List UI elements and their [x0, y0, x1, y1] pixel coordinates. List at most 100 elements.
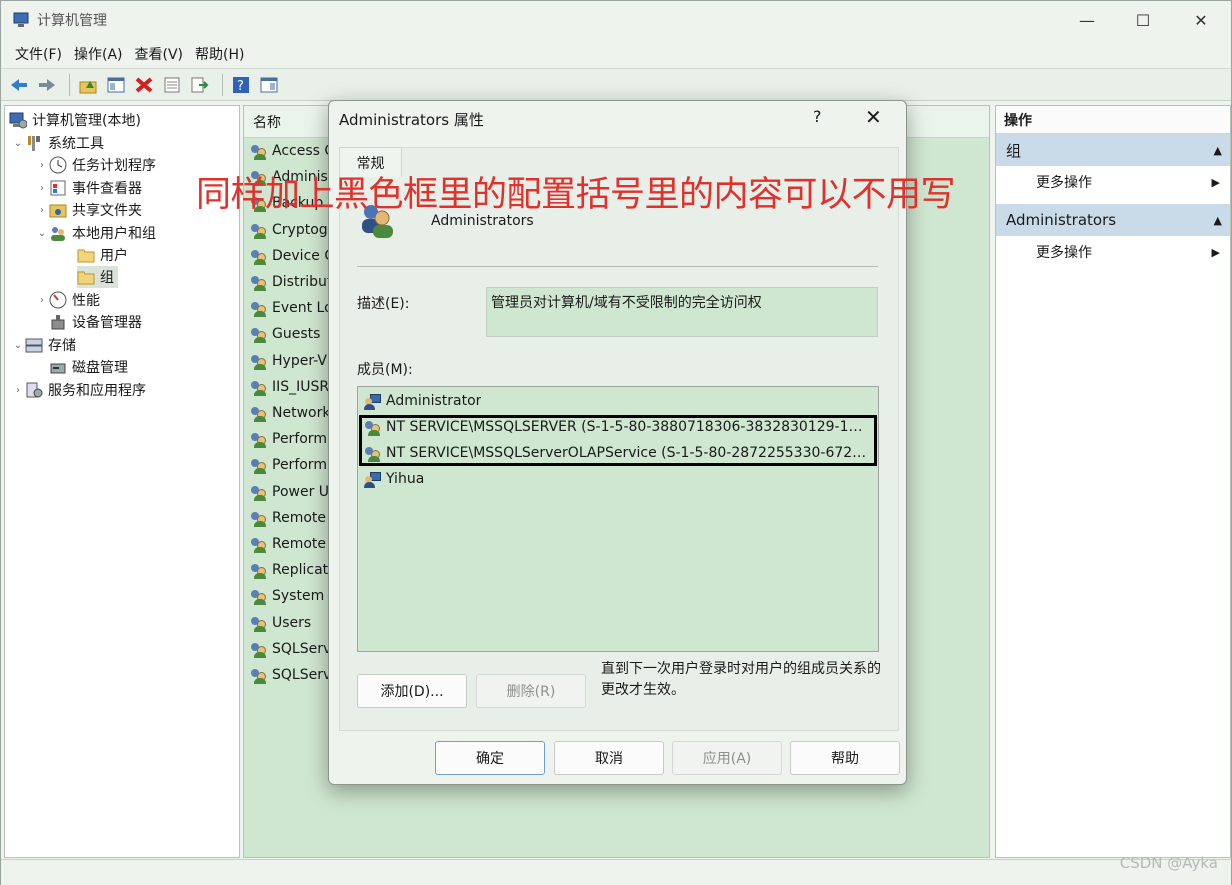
- list-item-label: Cryptogr: [272, 221, 334, 238]
- list-item-label: Network: [272, 405, 331, 421]
- list-item[interactable]: Remote: [250, 532, 326, 556]
- list-item[interactable]: Users: [250, 611, 311, 635]
- svg-text:?: ?: [237, 79, 244, 94]
- collapse-icon[interactable]: ⌄: [35, 228, 49, 239]
- list-item[interactable]: Distribut: [250, 270, 332, 294]
- list-item-label: Remote: [272, 509, 327, 526]
- tree-item-task-scheduler[interactable]: › 任务计划程序: [35, 154, 156, 176]
- ok-button[interactable]: 确定: [435, 741, 545, 775]
- description-field[interactable]: 管理员对计算机/域有不受限制的完全访问权: [486, 287, 878, 337]
- tree-item-label: 用户: [100, 248, 128, 264]
- tree-item-label: 系统工具: [48, 136, 104, 152]
- list-item-label: Perform: [272, 457, 327, 474]
- tree-item-label: 共享文件夹: [72, 203, 142, 219]
- collapse-icon[interactable]: ⌄: [11, 340, 25, 351]
- tree-item-users[interactable]: 用户: [77, 244, 128, 266]
- list-item[interactable]: Cryptogr: [250, 218, 333, 242]
- menu-action[interactable]: 操作(A): [74, 44, 123, 64]
- list-item[interactable]: Perform: [250, 427, 327, 451]
- member-item-yihua[interactable]: Yihua: [364, 467, 424, 491]
- up-folder-icon[interactable]: [76, 73, 100, 97]
- list-item[interactable]: Replicat: [250, 558, 328, 582]
- delete-icon[interactable]: [132, 73, 156, 97]
- menu-file[interactable]: 文件(F): [15, 44, 62, 64]
- expand-icon[interactable]: ›: [35, 160, 49, 171]
- expand-icon[interactable]: ›: [35, 183, 49, 194]
- back-icon[interactable]: [7, 73, 31, 97]
- list-item[interactable]: SQLServ: [250, 637, 331, 661]
- clock-icon: [49, 156, 67, 174]
- list-item-label: Power U: [272, 483, 330, 500]
- list-item-label: Access C: [272, 143, 335, 159]
- expand-icon[interactable]: ›: [35, 295, 49, 306]
- apply-button[interactable]: 应用(A): [672, 741, 782, 775]
- show-hide-action-icon[interactable]: [257, 73, 281, 97]
- menu-view[interactable]: 查看(V): [135, 44, 184, 64]
- list-item[interactable]: IIS_IUSR: [250, 375, 329, 399]
- list-item[interactable]: Hyper-V: [250, 349, 327, 373]
- menu-help[interactable]: 帮助(H): [195, 44, 244, 64]
- list-item[interactable]: Power U: [250, 480, 329, 504]
- properties-icon[interactable]: [160, 73, 184, 97]
- forward-icon[interactable]: [35, 73, 59, 97]
- list-item[interactable]: Perform: [250, 453, 327, 477]
- description-label: 描述(E):: [357, 296, 410, 312]
- export-icon[interactable]: [188, 73, 212, 97]
- list-item[interactable]: Remote: [250, 506, 326, 530]
- section-title: 组: [1006, 141, 1022, 160]
- tree-item-shared-folders[interactable]: › 共享文件夹: [35, 199, 142, 221]
- tree-item-performance[interactable]: › 性能: [35, 289, 100, 311]
- tree-item-services-apps[interactable]: › 服务和应用程序: [11, 379, 146, 401]
- show-hide-tree-icon[interactable]: [104, 73, 128, 97]
- cancel-button[interactable]: 取消: [554, 741, 664, 775]
- list-item[interactable]: Network: [250, 401, 330, 425]
- list-item[interactable]: Event Lo: [250, 296, 333, 320]
- tree-item-disk-management[interactable]: 磁盘管理: [49, 356, 128, 378]
- maximize-button[interactable]: ☐: [1115, 1, 1171, 39]
- more-actions-item[interactable]: 更多操作 ▶: [996, 166, 1230, 198]
- tree-item-event-viewer[interactable]: › 事件查看器: [35, 177, 142, 199]
- actions-section-groups[interactable]: 组 ▲: [996, 134, 1230, 166]
- tree-item-system-tools[interactable]: ⌄ 系统工具: [11, 132, 104, 154]
- list-item[interactable]: Guests: [250, 322, 320, 346]
- collapse-arrow-icon[interactable]: ▲: [1214, 144, 1222, 157]
- list-item[interactable]: Access C: [250, 139, 334, 163]
- expand-icon[interactable]: ›: [35, 205, 49, 216]
- group-icon: [250, 509, 268, 527]
- list-item-label: SQLServ: [272, 667, 332, 683]
- shared-folder-icon: [49, 201, 67, 219]
- dialog-close-button[interactable]: ✕: [865, 105, 882, 129]
- list-item[interactable]: Device C: [250, 244, 334, 268]
- close-button[interactable]: ✕: [1173, 1, 1229, 39]
- collapse-arrow-icon[interactable]: ▲: [1214, 214, 1222, 227]
- actions-section-administrators[interactable]: Administrators ▲: [996, 204, 1230, 236]
- tree-item-root[interactable]: 计算机管理(本地): [9, 109, 141, 131]
- tree-item-local-users-groups[interactable]: ⌄ 本地用户和组: [35, 222, 156, 244]
- list-item[interactable]: System I: [250, 584, 333, 608]
- group-icon: [250, 483, 268, 501]
- services-icon: [25, 381, 43, 399]
- minimize-button[interactable]: —: [1059, 1, 1115, 39]
- dialog-help-button[interactable]: ?: [813, 107, 822, 126]
- member-label: Yihua: [386, 471, 425, 487]
- collapse-icon[interactable]: ⌄: [11, 138, 25, 149]
- member-item-administrator[interactable]: Administrator: [364, 389, 481, 413]
- expand-icon[interactable]: ›: [11, 385, 25, 396]
- watermark: CSDN @Ayka: [1119, 854, 1218, 872]
- computer-management-icon: [13, 12, 31, 28]
- list-item-label: Users: [272, 614, 312, 631]
- members-list[interactable]: Administrator NT SERVICE\MSSQLSERVER (S-…: [357, 386, 879, 652]
- remove-button[interactable]: 删除(R): [476, 674, 586, 708]
- action-label: 更多操作: [1036, 245, 1092, 261]
- tree-item-groups[interactable]: 组: [77, 266, 118, 288]
- add-button[interactable]: 添加(D)...: [357, 674, 467, 708]
- help-button[interactable]: 帮助: [790, 741, 900, 775]
- tree-item-device-manager[interactable]: 设备管理器: [49, 311, 142, 333]
- list-item-label: Guests: [272, 326, 321, 343]
- list-item[interactable]: SQLServ: [250, 663, 331, 687]
- folder-icon: [77, 246, 95, 264]
- tree-item-label: 任务计划程序: [72, 158, 156, 174]
- tree-item-storage[interactable]: ⌄ 存储: [11, 334, 76, 356]
- more-actions-item[interactable]: 更多操作 ▶: [996, 236, 1230, 268]
- help-icon[interactable]: ?: [229, 73, 253, 97]
